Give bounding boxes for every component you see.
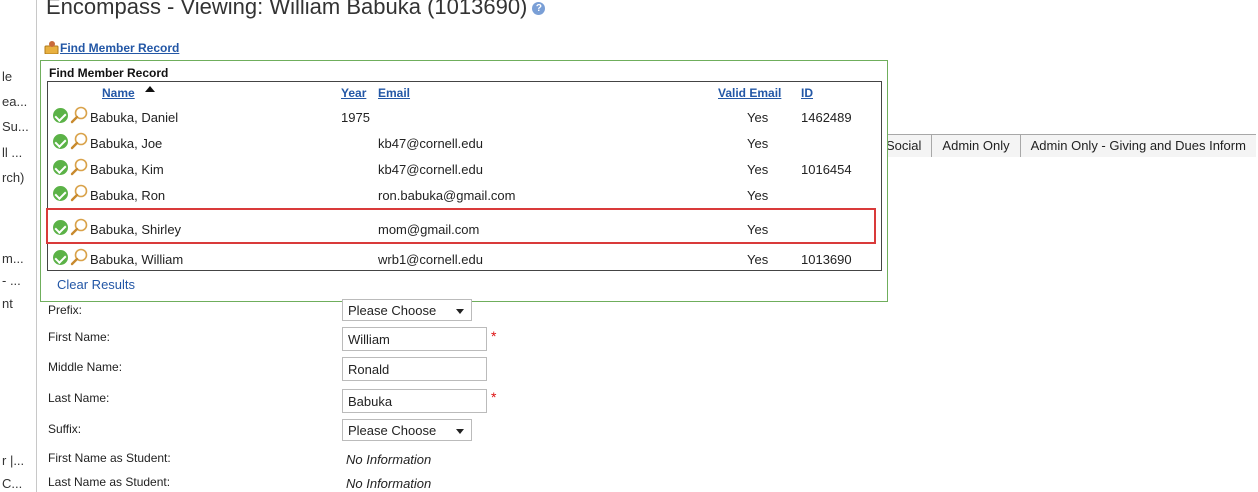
row-year: 1975 — [341, 110, 370, 125]
first-name-student-label: First Name as Student: — [48, 451, 171, 465]
row-id: 1016454 — [801, 162, 852, 177]
row-valid-email: Yes — [747, 222, 769, 237]
magnifier-icon[interactable] — [70, 158, 88, 176]
first-name-field[interactable]: William — [342, 327, 487, 351]
check-icon — [53, 134, 68, 149]
required-marker: * — [491, 328, 497, 344]
row-email: kb47@cornell.edu — [378, 162, 483, 177]
chevron-down-icon — [456, 309, 464, 314]
table-row[interactable]: Babuka, Daniel 1975 Yes 1462489 — [48, 104, 881, 130]
tab-social[interactable]: Social — [886, 134, 932, 157]
sidebar-fragment[interactable]: C... — [2, 476, 34, 491]
tab-admin-giving-dues[interactable]: Admin Only - Giving and Dues Inform — [1019, 134, 1256, 157]
sidebar-fragment[interactable]: ea... — [2, 94, 34, 109]
row-email: wrb1@cornell.edu — [378, 252, 483, 267]
row-id: 1462489 — [801, 110, 852, 125]
sidebar-fragment[interactable]: ll ... — [2, 145, 34, 160]
find-member-popup: Find Member Record Name Year Email Valid… — [40, 60, 888, 302]
popup-title: Find Member Record — [49, 66, 169, 80]
sidebar-fragment[interactable]: nt — [2, 296, 34, 311]
tab-bar: Social Admin Only Admin Only - Giving and … — [886, 134, 1256, 158]
sidebar-fragment[interactable]: Su... — [2, 119, 34, 134]
table-row[interactable]: Babuka, William wrb1@cornell.edu Yes 101… — [48, 246, 881, 270]
magnifier-icon[interactable] — [70, 218, 88, 236]
suffix-select[interactable]: Please Choose — [342, 419, 472, 441]
check-icon — [53, 250, 68, 265]
suffix-label: Suffix: — [48, 422, 82, 436]
table-row[interactable]: Babuka, Shirley mom@gmail.com Yes — [48, 216, 881, 242]
page-title: Encompass - Viewing: William Babuka (101… — [46, 0, 546, 22]
row-name: Babuka, William — [90, 252, 184, 267]
column-header-name[interactable]: Name — [102, 86, 135, 100]
column-header-year[interactable]: Year — [341, 86, 366, 100]
left-sidebar: le ea... Su... ll ... rch) m... - ... nt… — [0, 0, 37, 492]
last-name-student-label: Last Name as Student: — [48, 475, 171, 489]
table-row[interactable]: Babuka, Kim kb47@cornell.edu Yes 1016454 — [48, 156, 881, 182]
magnifier-icon[interactable] — [70, 106, 88, 124]
page-title-text: Encompass - Viewing: William Babuka (101… — [46, 0, 528, 19]
row-name: Babuka, Kim — [90, 162, 164, 177]
row-valid-email: Yes — [747, 188, 769, 203]
check-icon — [53, 108, 68, 123]
row-id: 1013690 — [801, 252, 852, 267]
chevron-down-icon — [456, 429, 464, 434]
column-header-valid-email[interactable]: Valid Email — [718, 86, 781, 100]
column-header-email[interactable]: Email — [378, 86, 410, 100]
prefix-select[interactable]: Please Choose — [342, 299, 472, 321]
check-icon — [53, 160, 68, 175]
first-name-label: First Name: — [48, 330, 111, 344]
middle-name-label: Middle Name: — [48, 360, 123, 374]
last-name-field[interactable]: Babuka — [342, 389, 487, 413]
last-name-label: Last Name: — [48, 391, 110, 405]
table-row[interactable]: Babuka, Joe kb47@cornell.edu Yes — [48, 130, 881, 156]
row-valid-email: Yes — [747, 110, 769, 125]
person-search-icon — [44, 40, 60, 55]
row-name: Babuka, Daniel — [90, 110, 179, 125]
row-email: mom@gmail.com — [378, 222, 480, 237]
suffix-select-value: Please Choose — [348, 423, 437, 438]
magnifier-icon[interactable] — [70, 248, 88, 266]
last-name-student-value: No Information — [346, 476, 432, 491]
first-name-student-value: No Information — [346, 452, 432, 467]
sort-ascending-icon — [145, 86, 155, 92]
row-valid-email: Yes — [747, 252, 769, 267]
row-email: kb47@cornell.edu — [378, 136, 483, 151]
middle-name-field[interactable]: Ronald — [342, 357, 487, 381]
help-icon[interactable]: ? — [532, 1, 546, 15]
prefix-label: Prefix: — [48, 303, 83, 317]
row-valid-email: Yes — [747, 162, 769, 177]
row-email: ron.babuka@gmail.com — [378, 188, 516, 203]
find-member-link-wrap: Find Member Record — [44, 40, 179, 55]
prefix-select-value: Please Choose — [348, 303, 437, 318]
sidebar-fragment[interactable]: r |... — [2, 453, 34, 468]
sidebar-fragment[interactable]: - ... — [2, 273, 34, 288]
tab-admin-only[interactable]: Admin Only — [931, 134, 1020, 157]
sidebar-fragment[interactable]: m... — [2, 251, 34, 266]
row-valid-email: Yes — [747, 136, 769, 151]
row-name: Babuka, Ron — [90, 188, 166, 203]
check-icon — [53, 220, 68, 235]
check-icon — [53, 186, 68, 201]
required-marker: * — [491, 389, 497, 405]
sidebar-fragment[interactable]: le — [2, 69, 34, 84]
find-member-link[interactable]: Find Member Record — [60, 41, 179, 55]
row-name: Babuka, Shirley — [90, 222, 182, 237]
row-name: Babuka, Joe — [90, 136, 163, 151]
magnifier-icon[interactable] — [70, 184, 88, 202]
table-row[interactable]: Babuka, Ron ron.babuka@gmail.com Yes — [48, 182, 881, 208]
magnifier-icon[interactable] — [70, 132, 88, 150]
sidebar-fragment[interactable]: rch) — [2, 170, 34, 185]
clear-results-link[interactable]: Clear Results — [57, 277, 135, 292]
column-header-id[interactable]: ID — [801, 86, 813, 100]
results-table: Name Year Email Valid Email ID Babuka, D… — [47, 81, 882, 271]
